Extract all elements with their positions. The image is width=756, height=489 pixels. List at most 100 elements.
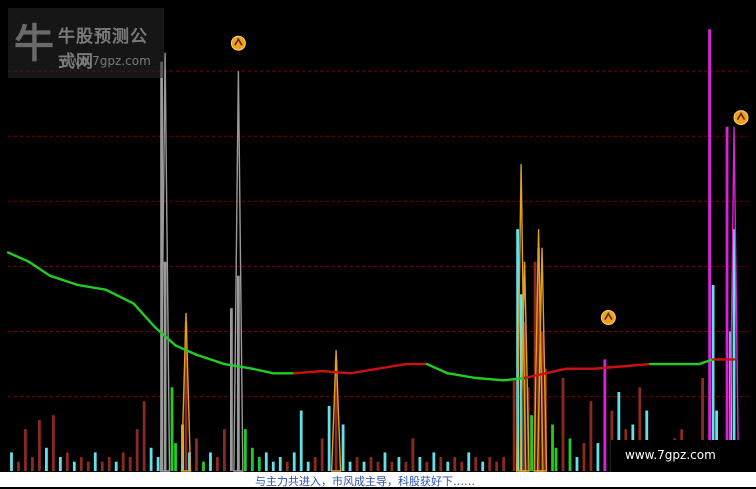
volume-bar — [488, 457, 492, 471]
volume-bar — [264, 452, 268, 471]
volume-bar — [195, 438, 198, 471]
volume-bar — [58, 457, 62, 471]
volume-bar — [453, 457, 457, 471]
volume-bar — [299, 410, 303, 471]
indicator-chart-panel: 牛 牛股预测公式网 www.7gpz.com 与主力共进入，市风成主导，科股获好… — [0, 0, 756, 488]
volume-bar — [45, 447, 48, 471]
volume-bar — [439, 457, 443, 471]
volume-bar — [575, 457, 579, 471]
volume-bar — [250, 447, 254, 471]
volume-bar — [512, 378, 516, 471]
volume-bar — [446, 461, 450, 471]
average-line-segment — [104, 288, 135, 305]
volume-bar — [306, 461, 310, 471]
site-badge: www.7gpz.com — [610, 440, 756, 472]
volume-bar — [24, 429, 27, 471]
volume-bar — [236, 275, 240, 471]
volume-bar — [156, 457, 160, 471]
volume-bar — [502, 457, 506, 471]
volume-bar — [404, 461, 408, 471]
volume-bar — [51, 415, 55, 471]
site-badge-url: www.7gpz.com — [625, 448, 716, 462]
average-line-segment — [446, 372, 477, 380]
volume-bar — [100, 461, 104, 471]
volume-bar — [341, 424, 345, 471]
volume-bar — [355, 457, 359, 471]
volume-bar — [561, 378, 565, 471]
volume-bar — [72, 461, 76, 471]
volume-bar — [278, 457, 282, 471]
average-line-segment — [348, 367, 380, 375]
average-line-segment — [195, 353, 226, 366]
volume-bar — [568, 438, 572, 471]
average-line-segment — [621, 362, 652, 368]
volume-bar — [209, 452, 212, 471]
volume-bar — [425, 461, 429, 471]
average-line-segment — [251, 367, 275, 375]
average-line-segment — [48, 274, 80, 287]
volume-bar — [313, 457, 317, 471]
average-line-segment — [293, 369, 324, 375]
volume-bar — [202, 461, 205, 471]
volume-bar — [243, 429, 247, 471]
watermark-logo-icon: 牛 — [14, 21, 54, 67]
volume-bar — [216, 457, 219, 471]
volume-bar — [418, 457, 422, 471]
volume-bar — [135, 429, 139, 471]
volume-bar — [596, 443, 600, 471]
volume-bar — [369, 457, 373, 471]
volume-bar — [114, 461, 118, 471]
volume-bar — [348, 461, 352, 471]
average-line-segment — [27, 260, 52, 277]
volume-bar — [551, 424, 554, 471]
volume-bar — [31, 457, 34, 471]
average-line-segment — [474, 376, 505, 382]
volume-bar — [732, 229, 736, 471]
volume-bar — [383, 452, 387, 471]
volume-bar — [285, 461, 289, 471]
volume-bar — [390, 461, 394, 471]
volume-bar — [411, 438, 415, 471]
volume-bar — [93, 452, 97, 471]
volume-bar — [142, 401, 146, 471]
volume-bar — [174, 443, 177, 471]
average-line-segment — [76, 283, 107, 291]
volume-bar — [17, 461, 20, 471]
volume-bar — [397, 457, 401, 471]
volume-bar — [38, 419, 41, 471]
volume-bar — [149, 447, 153, 471]
average-line-segment — [544, 367, 568, 375]
volume-bar — [230, 308, 233, 471]
watermark: 牛 牛股预测公式网 www.7gpz.com — [8, 8, 164, 78]
volume-bar — [10, 452, 13, 471]
watermark-url: www.7gpz.com — [60, 54, 151, 68]
volume-bar — [376, 461, 380, 471]
volume-bar — [589, 401, 593, 471]
volume-bar — [86, 461, 90, 471]
average-line-segment — [320, 369, 352, 375]
average-line-segment — [6, 251, 31, 263]
volume-bar — [163, 261, 167, 471]
average-line-segment — [132, 302, 156, 329]
average-line-segment — [376, 362, 408, 370]
volume-bar — [467, 452, 471, 471]
average-line-segment — [425, 362, 450, 375]
volume-bar — [65, 452, 69, 471]
volume-bar — [257, 457, 261, 471]
volume-bar — [320, 438, 324, 471]
volume-bar — [495, 461, 499, 471]
volume-bar — [121, 452, 125, 471]
average-line-segment — [593, 365, 624, 370]
volume-bar — [460, 461, 464, 471]
volume-bar — [128, 457, 132, 471]
volume-bar — [223, 429, 226, 471]
volume-bar — [474, 457, 478, 471]
volume-bar — [327, 405, 331, 471]
volume-bar — [582, 443, 586, 471]
volume-bar — [271, 461, 275, 471]
volume-bar — [107, 457, 111, 471]
volume-bar — [292, 452, 296, 471]
volume-bar — [603, 359, 607, 471]
volume-bar — [481, 461, 485, 471]
volume-bar — [708, 29, 711, 471]
